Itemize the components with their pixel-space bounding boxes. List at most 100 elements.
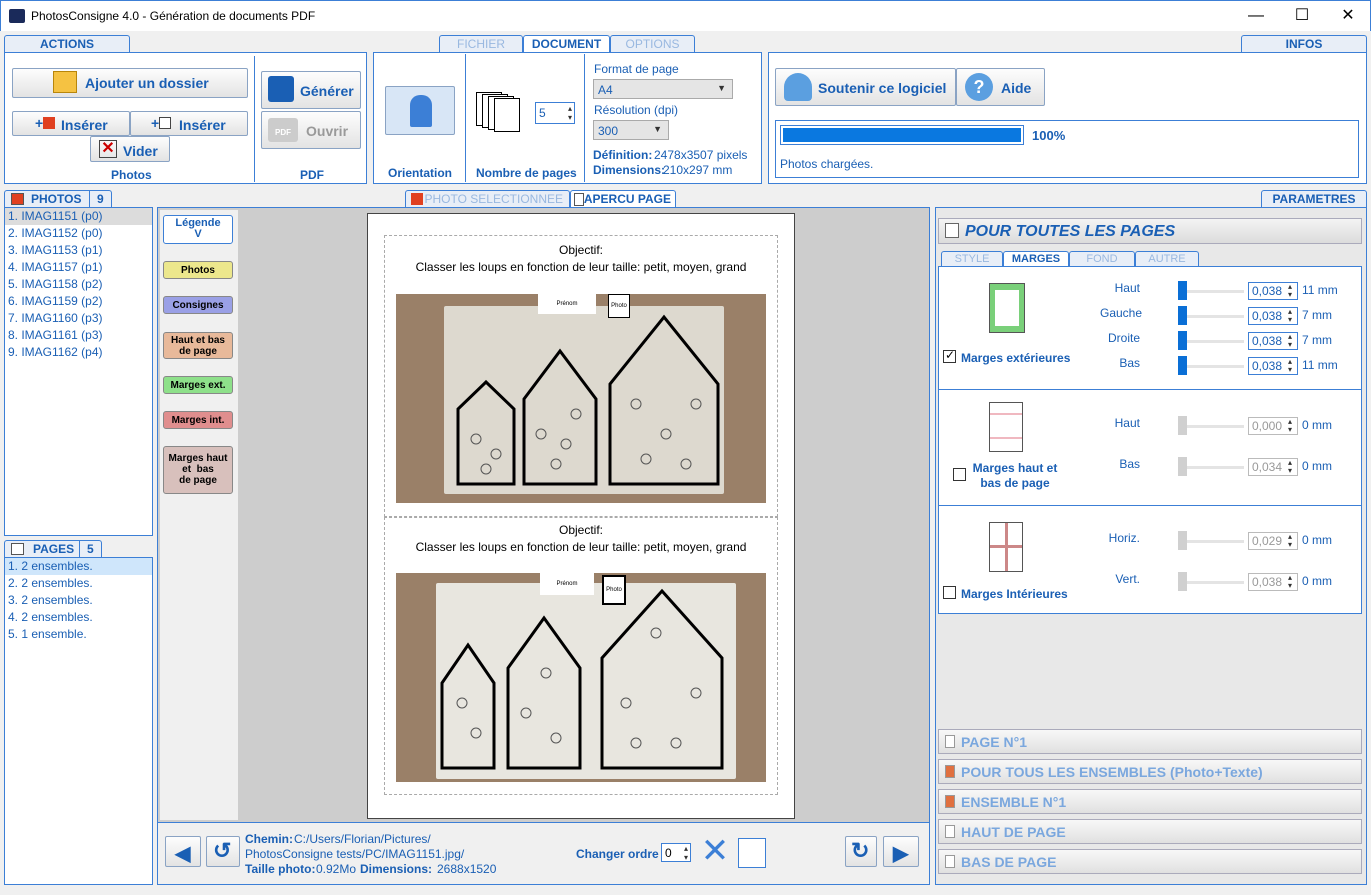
slider-track[interactable] [1178, 365, 1244, 368]
arrow-left-icon: ◀ [175, 843, 191, 865]
margin-label: Vert. [1115, 572, 1140, 586]
slider-handle[interactable] [1178, 331, 1187, 350]
list-item[interactable]: 1. 2 ensembles. [5, 558, 152, 575]
slider-track[interactable] [1178, 581, 1244, 584]
tab-selected-photo[interactable]: PHOTO SELECTIONNEE [405, 190, 570, 207]
minimize-button[interactable]: — [1233, 1, 1279, 31]
clear-button[interactable]: ✕ Vider [90, 136, 170, 162]
list-item[interactable]: 4. 2 ensembles. [5, 609, 152, 626]
previous-button[interactable]: ◀ [165, 836, 201, 867]
list-item[interactable]: 5. IMAG1158 (p2) [5, 276, 152, 293]
help-icon: ? [965, 73, 993, 101]
subtab-fond[interactable]: FOND [1069, 251, 1135, 267]
list-item[interactable]: 9. IMAG1162 (p4) [5, 344, 152, 361]
margin-spinner[interactable]: 0,038 [1248, 282, 1298, 300]
open-pdf-button[interactable]: PDF Ouvrir [261, 111, 361, 149]
subtab-autre[interactable]: AUTRE [1135, 251, 1199, 267]
slider-track[interactable] [1178, 290, 1244, 293]
margin-label: Bas [1119, 457, 1140, 471]
inner-margins-checkbox[interactable] [943, 586, 956, 599]
section-header[interactable]: ENSEMBLE N°1 [938, 789, 1362, 814]
slider-track[interactable] [1178, 315, 1244, 318]
slider-handle[interactable] [1178, 281, 1187, 300]
list-item[interactable]: 3. IMAG1153 (p1) [5, 242, 152, 259]
list-item[interactable]: 5. 1 ensemble. [5, 626, 152, 643]
section-header[interactable]: PAGE N°1 [938, 729, 1362, 754]
next-button[interactable]: ▶ [883, 836, 919, 867]
legend-photos: Photos [163, 261, 233, 279]
generate-button[interactable]: Générer [261, 71, 361, 109]
slider-handle[interactable] [1178, 572, 1187, 591]
close-button[interactable]: ✕ [1325, 1, 1371, 31]
subtab-marges[interactable]: MARGES [1003, 251, 1069, 267]
tab-page-preview[interactable]: APERCU PAGE [570, 190, 676, 207]
list-item[interactable]: 3. 2 ensembles. [5, 592, 152, 609]
definition-value: 2478x3507 pixels [654, 148, 748, 162]
slider-handle[interactable] [1178, 457, 1187, 476]
insert-photo-button[interactable]: + Insérer [12, 111, 130, 136]
slider-handle[interactable] [1178, 416, 1187, 435]
margin-mm: 0 mm [1302, 459, 1332, 473]
photos-group-label: Photos [111, 168, 152, 182]
rotate-left-button[interactable]: ↺ [206, 836, 240, 867]
slider-track[interactable] [1178, 425, 1244, 428]
rotate-left-icon: ↺ [213, 838, 232, 863]
help-button[interactable]: ? Aide [956, 68, 1045, 106]
margin-spinner[interactable]: 0,038 [1248, 332, 1298, 350]
slider-handle[interactable] [1178, 356, 1187, 375]
margin-spinner[interactable]: 0,034 [1248, 458, 1298, 476]
section-header[interactable]: POUR TOUS LES ENSEMBLES (Photo+Texte) [938, 759, 1362, 784]
slider-handle[interactable] [1178, 306, 1187, 325]
pages-count-spinner[interactable]: 5 ▴ ▾ [535, 102, 575, 124]
add-folder-button[interactable]: Ajouter un dossier [12, 68, 248, 98]
rotate-right-button[interactable]: ↻ [845, 836, 877, 867]
dimensions-value: 210x297 mm [663, 163, 733, 177]
list-item[interactable]: 8. IMAG1161 (p3) [5, 327, 152, 344]
list-item[interactable]: 1. IMAG1151 (p0) [5, 208, 152, 225]
format-select[interactable]: A4 ▼ [593, 79, 733, 99]
open-pdf-label: Ouvrir [306, 123, 349, 139]
resolution-select[interactable]: 300 ▼ [593, 120, 669, 140]
list-item[interactable]: 2. IMAG1152 (p0) [5, 225, 152, 242]
margin-mm: 0 mm [1302, 533, 1332, 547]
format-label: Format de page [594, 62, 679, 76]
subtab-style[interactable]: STYLE [941, 251, 1003, 267]
pages-count-label: Nombre de pages [476, 166, 577, 180]
list-item[interactable]: 2. 2 ensembles. [5, 575, 152, 592]
margin-spinner[interactable]: 0,038 [1248, 307, 1298, 325]
list-item[interactable]: 4. IMAG1157 (p1) [5, 259, 152, 276]
slider-handle[interactable] [1178, 531, 1187, 550]
margin-spinner[interactable]: 0,000 [1248, 417, 1298, 435]
duplicate-icon[interactable] [738, 838, 766, 868]
section-header[interactable]: HAUT DE PAGE [938, 819, 1362, 844]
legend-toggle[interactable]: Légende V [163, 215, 233, 244]
remove-icon[interactable]: ✕ [699, 834, 731, 868]
section-header[interactable]: BAS DE PAGE [938, 849, 1362, 874]
order-spinner[interactable]: 0 ▴ ▾ [661, 843, 691, 862]
list-item[interactable]: 6. IMAG1159 (p2) [5, 293, 152, 310]
tab-fichier[interactable]: FICHIER [439, 35, 523, 52]
list-item[interactable]: 7. IMAG1160 (p3) [5, 310, 152, 327]
top-bottom-margins-checkbox[interactable] [953, 468, 966, 481]
margin-spinner[interactable]: 0,038 [1248, 357, 1298, 375]
progress-bar [780, 125, 1024, 145]
outer-margins-checkbox[interactable] [943, 348, 956, 363]
maximize-button[interactable]: ☐ [1279, 1, 1325, 31]
outer-margins-icon [989, 283, 1025, 333]
slider-track[interactable] [1178, 340, 1244, 343]
support-button[interactable]: Soutenir ce logiciel [775, 68, 956, 106]
path-label: Chemin: [245, 832, 293, 846]
tab-document[interactable]: DOCUMENT [523, 35, 610, 52]
slider-track[interactable] [1178, 466, 1244, 469]
photos-count: 9 [89, 191, 113, 207]
margin-spinner[interactable]: 0,029 [1248, 532, 1298, 550]
slider-track[interactable] [1178, 540, 1244, 543]
person-icon [410, 95, 432, 127]
tab-options[interactable]: OPTIONS [610, 35, 695, 52]
insert-text-button[interactable]: + Insérer [130, 111, 248, 136]
orientation-button[interactable] [385, 86, 455, 135]
photo-dim-value: 2688x1520 [437, 862, 497, 876]
margin-spinner[interactable]: 0,038 [1248, 573, 1298, 591]
all-pages-header[interactable]: POUR TOUTES LES PAGES [938, 218, 1362, 244]
section-icon [945, 795, 955, 808]
